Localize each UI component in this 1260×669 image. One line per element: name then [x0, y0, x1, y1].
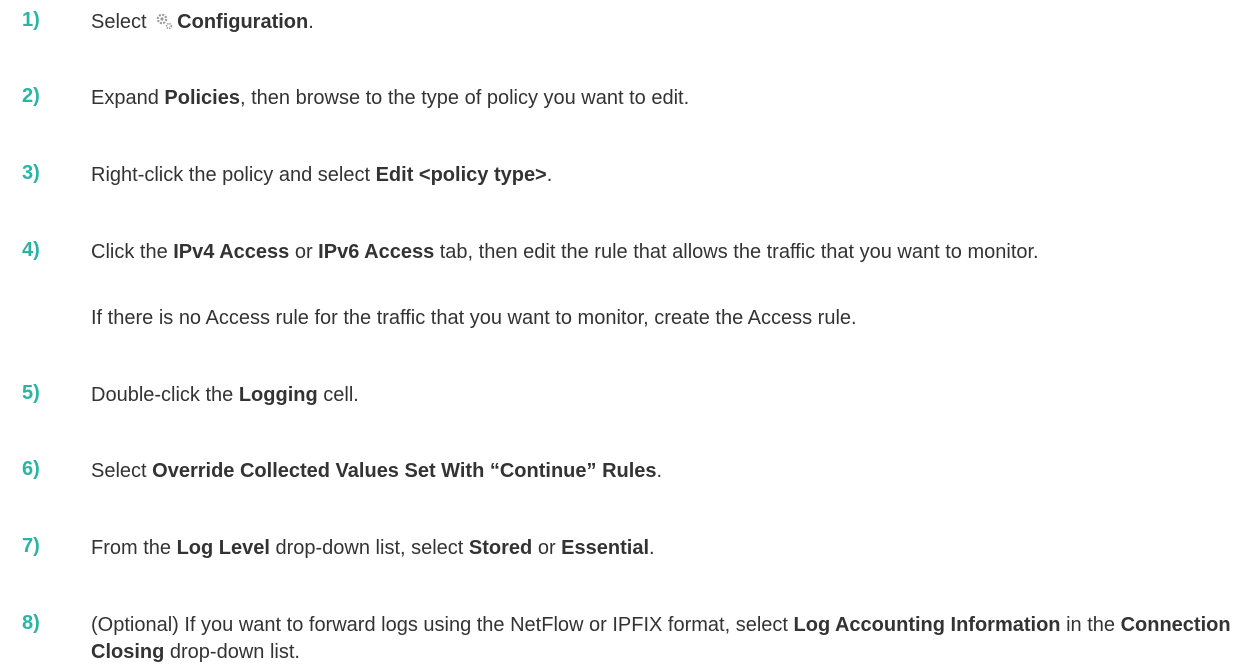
ui-term: Log Accounting Information — [793, 614, 1061, 636]
step-number: 5) — [22, 382, 40, 404]
step-text: Click the IPv4 Access or IPv6 Access tab… — [91, 241, 1039, 263]
step-number: 3) — [22, 162, 40, 184]
ui-term: Stored — [468, 537, 533, 559]
step-text: (Optional) If you want to forward logs u… — [91, 614, 1231, 663]
ui-term: IPv6 Access — [318, 241, 435, 263]
ui-term: Configuration — [177, 11, 309, 33]
step-number: 4) — [22, 239, 40, 261]
step-number: 1) — [22, 9, 40, 31]
step-number: 6) — [22, 458, 40, 480]
step-number: 8) — [22, 612, 40, 634]
step-note: If there is no Access rule for the traff… — [91, 307, 857, 329]
ui-term: Edit <policy type> — [375, 164, 547, 186]
step-text: Double-click the Logging cell. — [91, 384, 359, 406]
ui-term: Override Collected Values Set With “Cont… — [152, 460, 657, 482]
step-text: Select Configuration. — [91, 11, 314, 33]
step-text: Expand Policies, then browse to the type… — [91, 87, 690, 109]
ui-term: IPv4 Access — [173, 241, 290, 263]
gear-icon — [154, 11, 174, 31]
step-text: Select Override Collected Values Set Wit… — [91, 460, 663, 482]
ui-term: Essential — [561, 537, 649, 559]
ui-term: Policies — [164, 87, 240, 109]
step-text: Right-click the policy and select Edit <… — [91, 164, 553, 186]
step-number: 7) — [22, 535, 40, 557]
ui-term: Log Level — [176, 537, 270, 559]
step-number: 2) — [22, 85, 40, 107]
ui-term: Logging — [238, 384, 318, 406]
step-text: From the Log Level drop-down list, selec… — [91, 537, 655, 559]
